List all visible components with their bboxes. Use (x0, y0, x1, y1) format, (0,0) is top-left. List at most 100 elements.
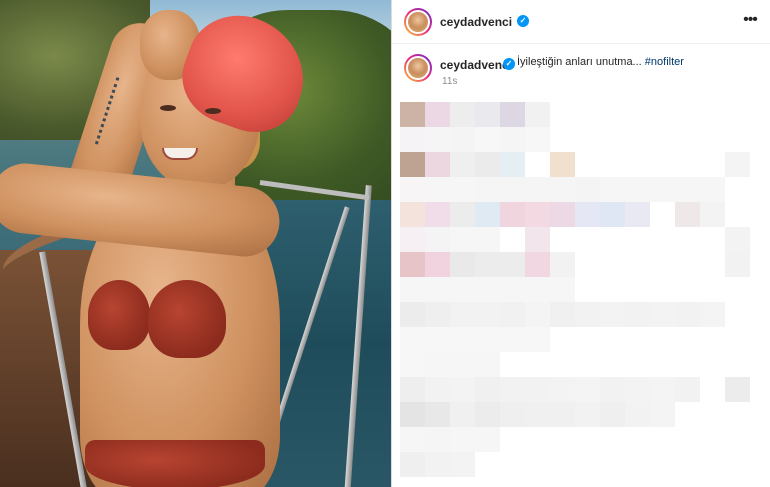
blur-pixel (525, 202, 550, 227)
blur-pixel (500, 277, 525, 302)
blur-pixel (425, 427, 450, 452)
blur-pixel (525, 327, 550, 352)
blur-pixel (600, 177, 625, 202)
blur-pixel (500, 177, 525, 202)
blur-pixel (475, 202, 500, 227)
blur-pixel (425, 202, 450, 227)
blur-pixel (525, 227, 550, 252)
blur-pixel (400, 177, 425, 202)
blur-pixel (450, 452, 475, 477)
blur-pixel (700, 177, 725, 202)
photo-bikini-top-right (148, 280, 226, 358)
blur-pixel (425, 402, 450, 427)
blur-pixel (450, 252, 475, 277)
blur-pixel (525, 127, 550, 152)
blur-pixel (450, 102, 475, 127)
blur-pixel (450, 327, 475, 352)
blur-pixel (400, 152, 425, 177)
blur-pixel (700, 202, 725, 227)
blur-pixel (600, 377, 625, 402)
blur-pixel (550, 402, 575, 427)
blur-pixel (625, 402, 650, 427)
blur-pixel (450, 177, 475, 202)
blur-pixel (400, 402, 425, 427)
caption-body: İyileştiğin anları unutma... (517, 56, 642, 68)
blur-pixel (625, 377, 650, 402)
blur-pixel (675, 302, 700, 327)
verified-badge-icon: ✓ (517, 15, 529, 27)
blur-pixel (425, 102, 450, 127)
blur-pixel (725, 252, 750, 277)
blur-pixel (675, 202, 700, 227)
blur-pixel (425, 227, 450, 252)
blur-pixel (475, 127, 500, 152)
blur-pixel (400, 102, 425, 127)
blur-pixel (500, 327, 525, 352)
blur-pixel (475, 327, 500, 352)
post-photo[interactable] (0, 0, 391, 487)
blur-pixel (675, 177, 700, 202)
photo-bikini-bottom (85, 440, 265, 487)
photo-eye-right (205, 108, 221, 114)
blur-pixel (650, 402, 675, 427)
blur-pixel (600, 202, 625, 227)
caption-avatar[interactable] (404, 54, 432, 82)
blur-pixel (650, 377, 675, 402)
blur-pixel (650, 302, 675, 327)
caption-username[interactable]: ceydadvenci (440, 58, 512, 72)
blur-pixel (500, 252, 525, 277)
blur-pixel (400, 327, 425, 352)
blur-pixel (550, 252, 575, 277)
blur-pixel (475, 227, 500, 252)
blur-pixel (425, 352, 450, 377)
blur-pixel (625, 302, 650, 327)
blur-pixel (400, 252, 425, 277)
post-header: ceydadvenci ✓ ••• (392, 0, 770, 44)
blur-pixel (425, 252, 450, 277)
blur-pixel (475, 302, 500, 327)
blur-pixel (625, 177, 650, 202)
blur-pixel (575, 302, 600, 327)
blur-pixel (475, 377, 500, 402)
blur-pixel (425, 127, 450, 152)
caption-hashtag[interactable]: #nofilter (645, 56, 684, 68)
blur-pixel (525, 252, 550, 277)
blur-pixel (500, 202, 525, 227)
blur-pixel (400, 227, 425, 252)
blur-pixel (550, 277, 575, 302)
blur-pixel (525, 377, 550, 402)
blur-pixel (500, 377, 525, 402)
blur-pixel (525, 177, 550, 202)
blur-pixel (575, 377, 600, 402)
blur-pixel (550, 302, 575, 327)
blur-pixel (500, 102, 525, 127)
blur-pixel (450, 302, 475, 327)
blur-pixel (550, 152, 575, 177)
blur-pixel (450, 152, 475, 177)
blur-pixel (450, 402, 475, 427)
blur-pixel (400, 127, 425, 152)
blur-pixel (725, 377, 750, 402)
comments-blurred-area (392, 98, 770, 487)
blur-pixel (425, 302, 450, 327)
avatar[interactable] (404, 8, 432, 36)
blur-pixel (725, 227, 750, 252)
blur-pixel (550, 177, 575, 202)
blur-pixel (475, 352, 500, 377)
blur-pixel (475, 402, 500, 427)
more-horizontal-icon[interactable]: ••• (738, 10, 762, 30)
post-details-panel: ceydadvenci ✓ ••• ceydadvenci ✓ İyileşti… (392, 0, 770, 487)
blur-pixel (500, 402, 525, 427)
blur-pixel (425, 277, 450, 302)
caption-text: İyileştiğin anları unutma... #nofilter (517, 56, 684, 68)
blur-pixel (525, 402, 550, 427)
blur-pixel (625, 202, 650, 227)
blur-pixel (450, 202, 475, 227)
blur-pixel (400, 202, 425, 227)
blur-pixel (475, 177, 500, 202)
blur-pixel (525, 277, 550, 302)
blur-pixel (525, 302, 550, 327)
header-username[interactable]: ceydadvenci (440, 15, 512, 29)
blur-pixel (475, 152, 500, 177)
blur-pixel (575, 202, 600, 227)
